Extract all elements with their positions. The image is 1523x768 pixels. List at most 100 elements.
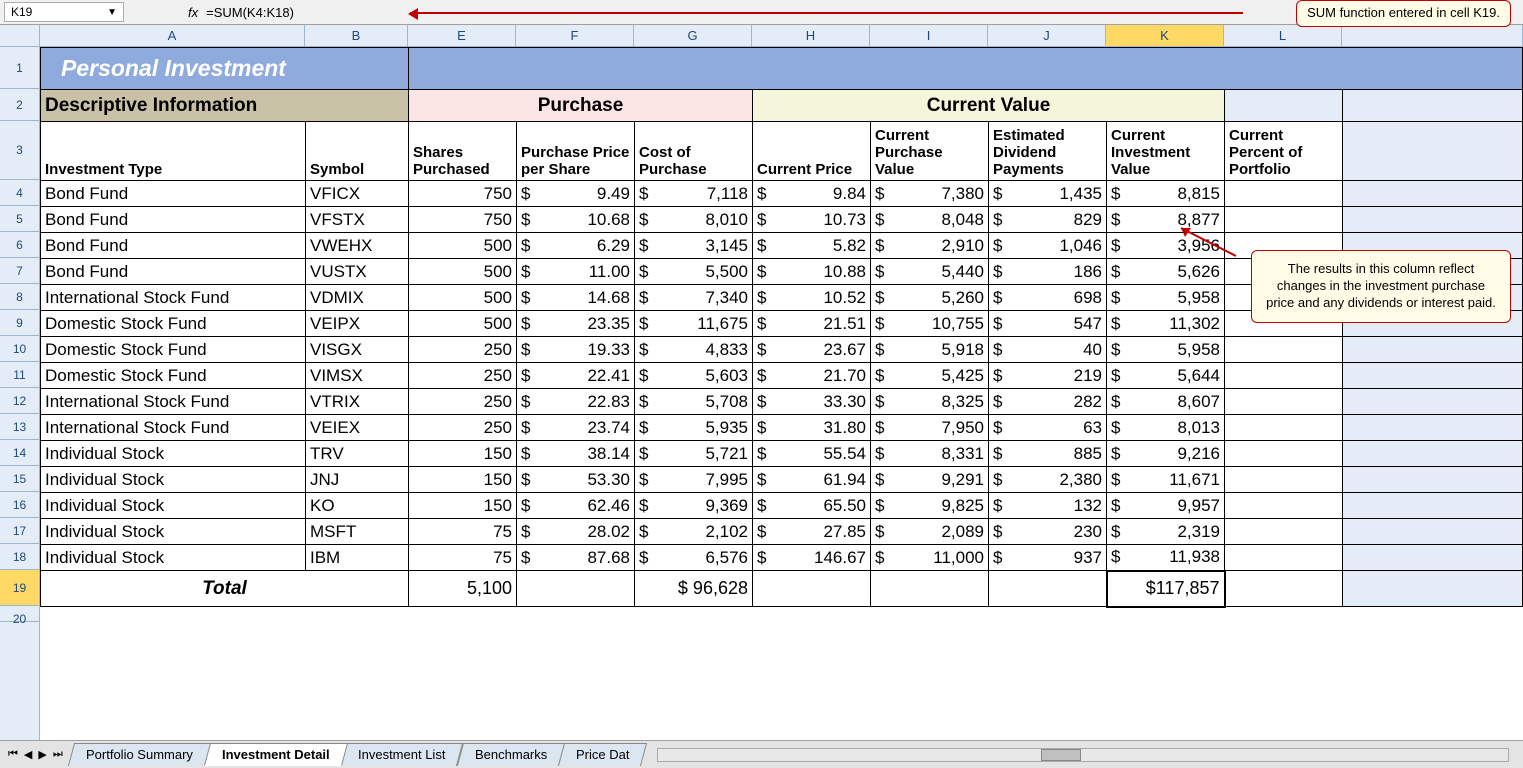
hdr-shares[interactable]: Shares Purchased xyxy=(409,122,517,181)
cell-pval[interactable]: $9,825 xyxy=(871,493,989,519)
cell-cost[interactable]: $5,708 xyxy=(635,389,753,415)
cell-pps[interactable]: $53.30 xyxy=(517,467,635,493)
cell-type[interactable]: Domestic Stock Fund xyxy=(41,337,306,363)
row-header-6[interactable]: 6 xyxy=(0,232,39,258)
hdr-price[interactable]: Current Price xyxy=(753,122,871,181)
col-header-H[interactable]: H xyxy=(752,25,870,46)
cell-pps[interactable]: $22.41 xyxy=(517,363,635,389)
cell-shares[interactable]: 75 xyxy=(409,519,517,545)
cell-type[interactable]: International Stock Fund xyxy=(41,389,306,415)
cell-cost[interactable]: $5,935 xyxy=(635,415,753,441)
cell-type[interactable]: Bond Fund xyxy=(41,207,306,233)
cell-cost[interactable]: $7,118 xyxy=(635,181,753,207)
cell-symbol[interactable]: KO xyxy=(306,493,409,519)
cell-div[interactable]: $63 xyxy=(989,415,1107,441)
cell-price[interactable]: $31.80 xyxy=(753,415,871,441)
formula-input[interactable] xyxy=(206,5,366,20)
cell-div[interactable]: $230 xyxy=(989,519,1107,545)
cell-type[interactable]: Individual Stock xyxy=(41,545,306,571)
cell-symbol[interactable]: VFSTX xyxy=(306,207,409,233)
cell-cost[interactable]: $7,340 xyxy=(635,285,753,311)
cell-shares[interactable]: 250 xyxy=(409,363,517,389)
cell-shares[interactable]: 150 xyxy=(409,467,517,493)
cell-pps[interactable]: $14.68 xyxy=(517,285,635,311)
cell-pps[interactable]: $38.14 xyxy=(517,441,635,467)
total-cost[interactable]: $ 96,628 xyxy=(635,571,753,607)
cell-pps[interactable]: $6.29 xyxy=(517,233,635,259)
cell-shares[interactable]: 500 xyxy=(409,259,517,285)
cell-shares[interactable]: 750 xyxy=(409,207,517,233)
cell-ival[interactable]: $5,958 xyxy=(1107,285,1225,311)
hdr-cost[interactable]: Cost of Purchase xyxy=(635,122,753,181)
col-header-E[interactable]: E xyxy=(408,25,516,46)
cell-ival[interactable]: $8,607 xyxy=(1107,389,1225,415)
cell-symbol[interactable]: TRV xyxy=(306,441,409,467)
cell-percent[interactable] xyxy=(1225,389,1343,415)
select-all-corner[interactable] xyxy=(0,25,40,46)
cell-cost[interactable]: $3,145 xyxy=(635,233,753,259)
cell-cost[interactable]: $7,995 xyxy=(635,467,753,493)
cell-symbol[interactable]: VTRIX xyxy=(306,389,409,415)
col-header-G[interactable]: G xyxy=(634,25,752,46)
grid[interactable]: Personal Investment Descriptive Informat… xyxy=(40,47,1523,740)
cell-percent[interactable] xyxy=(1225,415,1343,441)
tab-benchmarks[interactable]: Benchmarks xyxy=(457,743,565,766)
cell-symbol[interactable]: VEIEX xyxy=(306,415,409,441)
cell-pps[interactable]: $11.00 xyxy=(517,259,635,285)
cell-cost[interactable]: $8,010 xyxy=(635,207,753,233)
row-header-14[interactable]: 14 xyxy=(0,440,39,466)
col-header-I[interactable]: I xyxy=(870,25,988,46)
cell-div[interactable]: $829 xyxy=(989,207,1107,233)
cell-pval[interactable]: $9,291 xyxy=(871,467,989,493)
cell-pps[interactable]: $28.02 xyxy=(517,519,635,545)
cell-div[interactable]: $40 xyxy=(989,337,1107,363)
cell-div[interactable]: $219 xyxy=(989,363,1107,389)
cell-price[interactable]: $10.52 xyxy=(753,285,871,311)
section-next[interactable] xyxy=(1225,90,1343,122)
row-header-2[interactable]: 2 xyxy=(0,89,39,121)
tab-nav-next-icon[interactable]: ▶ xyxy=(36,748,48,761)
col-header-J[interactable]: J xyxy=(988,25,1106,46)
cell-percent[interactable] xyxy=(1225,363,1343,389)
tab-investment-detail[interactable]: Investment Detail xyxy=(204,743,348,766)
cell-cost[interactable]: $5,603 xyxy=(635,363,753,389)
cell-ival[interactable]: $8,013 xyxy=(1107,415,1225,441)
cell-symbol[interactable]: JNJ xyxy=(306,467,409,493)
cell-div[interactable]: $1,046 xyxy=(989,233,1107,259)
tab-investment-list[interactable]: Investment List xyxy=(340,743,464,766)
cell-div[interactable]: $132 xyxy=(989,493,1107,519)
row-header-12[interactable]: 12 xyxy=(0,388,39,414)
cell-type[interactable]: Individual Stock xyxy=(41,493,306,519)
cell-percent[interactable] xyxy=(1225,519,1343,545)
cell-pval[interactable]: $5,440 xyxy=(871,259,989,285)
cell-percent[interactable] xyxy=(1225,545,1343,571)
cell-pps[interactable]: $62.46 xyxy=(517,493,635,519)
row-header-4[interactable]: 4 xyxy=(0,180,39,206)
col-header-K[interactable]: K xyxy=(1106,25,1224,46)
cell-div[interactable]: $885 xyxy=(989,441,1107,467)
row-header-1[interactable]: 1 xyxy=(0,47,39,89)
cell-pps[interactable]: $87.68 xyxy=(517,545,635,571)
cell-price[interactable]: $10.88 xyxy=(753,259,871,285)
cell-pps[interactable]: $23.74 xyxy=(517,415,635,441)
cell-symbol[interactable]: VUSTX xyxy=(306,259,409,285)
cell-div[interactable]: $547 xyxy=(989,311,1107,337)
cell-ival[interactable]: $8,815 xyxy=(1107,181,1225,207)
cell-shares[interactable]: 75 xyxy=(409,545,517,571)
row-header-17[interactable]: 17 xyxy=(0,518,39,544)
cell-percent[interactable] xyxy=(1225,493,1343,519)
fx-icon[interactable]: fx xyxy=(188,5,198,20)
cell-pval[interactable]: $5,918 xyxy=(871,337,989,363)
cell-shares[interactable]: 500 xyxy=(409,285,517,311)
col-header-B[interactable]: B xyxy=(305,25,408,46)
cell-div[interactable]: $1,435 xyxy=(989,181,1107,207)
scrollbar-thumb[interactable] xyxy=(1041,749,1081,761)
cell-cost[interactable]: $2,102 xyxy=(635,519,753,545)
row-header-5[interactable]: 5 xyxy=(0,206,39,232)
cell-ival[interactable]: $11,302 xyxy=(1107,311,1225,337)
cell-price[interactable]: $65.50 xyxy=(753,493,871,519)
horizontal-scrollbar[interactable] xyxy=(657,748,1509,762)
hdr-ival[interactable]: Current Investment Value xyxy=(1107,122,1225,181)
row-header-18[interactable]: 18 xyxy=(0,544,39,570)
cell-symbol[interactable]: MSFT xyxy=(306,519,409,545)
